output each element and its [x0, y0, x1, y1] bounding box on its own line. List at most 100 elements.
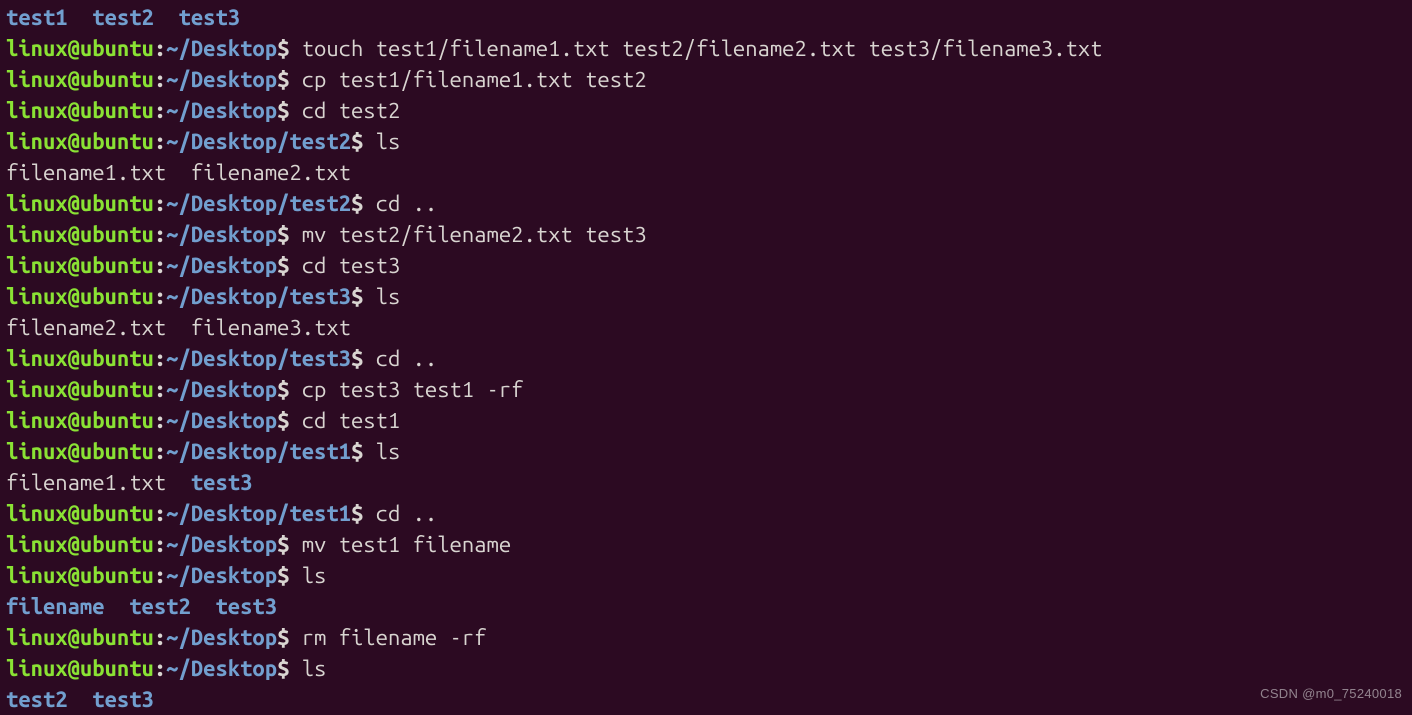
prompt-path: ~/Desktop	[166, 656, 277, 681]
prompt-separator: :	[154, 656, 166, 681]
prompt-separator: :	[154, 284, 166, 309]
prompt-dollar: $	[277, 67, 302, 92]
terminal-line: linux@ubuntu:~/Desktop/test2$ cd ..	[6, 188, 1406, 219]
command-text: cd test2	[302, 98, 401, 123]
prompt-user: linux@ubuntu	[6, 563, 154, 588]
prompt-dollar: $	[277, 377, 302, 402]
output-text	[68, 687, 93, 712]
prompt-separator: :	[154, 377, 166, 402]
prompt-dollar: $	[277, 36, 302, 61]
command-text: cp test3 test1 -rf	[302, 377, 524, 402]
terminal-line: linux@ubuntu:~/Desktop$ ls	[6, 653, 1406, 684]
prompt-path: ~/Desktop	[166, 222, 277, 247]
output-text: filename2.txt filename3.txt	[6, 315, 351, 340]
prompt-path: ~/Desktop/test3	[166, 284, 351, 309]
command-text: cd test3	[302, 253, 401, 278]
output-text	[154, 5, 179, 30]
terminal-line: linux@ubuntu:~/Desktop$ cp test1/filenam…	[6, 64, 1406, 95]
prompt-path: ~/Desktop/test3	[166, 346, 351, 371]
output-text	[105, 594, 130, 619]
output-text	[68, 5, 93, 30]
prompt-path: ~/Desktop	[166, 532, 277, 557]
terminal-line: test1 test2 test3	[6, 2, 1406, 33]
prompt-dollar: $	[351, 129, 376, 154]
prompt-user: linux@ubuntu	[6, 656, 154, 681]
prompt-dollar: $	[277, 408, 302, 433]
prompt-user: linux@ubuntu	[6, 439, 154, 464]
prompt-user: linux@ubuntu	[6, 408, 154, 433]
prompt-user: linux@ubuntu	[6, 346, 154, 371]
terminal-window[interactable]: test1 test2 test3linux@ubuntu:~/Desktop$…	[0, 0, 1412, 715]
output-text	[191, 594, 216, 619]
prompt-path: ~/Desktop	[166, 67, 277, 92]
prompt-separator: :	[154, 67, 166, 92]
command-text: ls	[376, 284, 401, 309]
terminal-line: linux@ubuntu:~/Desktop$ touch test1/file…	[6, 33, 1406, 64]
prompt-separator: :	[154, 408, 166, 433]
prompt-user: linux@ubuntu	[6, 67, 154, 92]
prompt-path: ~/Desktop	[166, 36, 277, 61]
output-directory: test2	[6, 687, 68, 712]
terminal-line: linux@ubuntu:~/Desktop$ cd test3	[6, 250, 1406, 281]
prompt-dollar: $	[351, 501, 376, 526]
prompt-separator: :	[154, 346, 166, 371]
output-directory: test1	[6, 5, 68, 30]
prompt-path: ~/Desktop/test1	[166, 501, 351, 526]
terminal-line: filename1.txt filename2.txt	[6, 157, 1406, 188]
prompt-dollar: $	[351, 284, 376, 309]
prompt-user: linux@ubuntu	[6, 253, 154, 278]
prompt-path: ~/Desktop	[166, 563, 277, 588]
prompt-separator: :	[154, 222, 166, 247]
command-text: cp test1/filename1.txt test2	[302, 67, 647, 92]
command-text: cd test1	[302, 408, 401, 433]
prompt-separator: :	[154, 563, 166, 588]
prompt-user: linux@ubuntu	[6, 532, 154, 557]
prompt-separator: :	[154, 191, 166, 216]
prompt-user: linux@ubuntu	[6, 36, 154, 61]
terminal-line: linux@ubuntu:~/Desktop/test1$ cd ..	[6, 498, 1406, 529]
terminal-line: test2 test3	[6, 684, 1406, 715]
prompt-separator: :	[154, 98, 166, 123]
terminal-line: linux@ubuntu:~/Desktop$ cd test2	[6, 95, 1406, 126]
prompt-user: linux@ubuntu	[6, 284, 154, 309]
prompt-path: ~/Desktop	[166, 98, 277, 123]
prompt-dollar: $	[277, 253, 302, 278]
command-text: ls	[302, 656, 327, 681]
prompt-separator: :	[154, 129, 166, 154]
prompt-dollar: $	[351, 191, 376, 216]
prompt-separator: :	[154, 501, 166, 526]
output-text: filename1.txt	[6, 470, 191, 495]
prompt-separator: :	[154, 625, 166, 650]
prompt-user: linux@ubuntu	[6, 222, 154, 247]
terminal-line: linux@ubuntu:~/Desktop$ mv test2/filenam…	[6, 219, 1406, 250]
terminal-line: linux@ubuntu:~/Desktop/test2$ ls	[6, 126, 1406, 157]
terminal-line: filename test2 test3	[6, 591, 1406, 622]
prompt-dollar: $	[277, 625, 302, 650]
terminal-line: linux@ubuntu:~/Desktop$ cd test1	[6, 405, 1406, 436]
output-directory: test3	[92, 687, 154, 712]
prompt-separator: :	[154, 439, 166, 464]
command-text: cd ..	[376, 346, 438, 371]
output-directory: filename	[6, 594, 105, 619]
prompt-separator: :	[154, 532, 166, 557]
output-directory: test3	[179, 5, 241, 30]
command-text: mv test1 filename	[302, 532, 511, 557]
prompt-user: linux@ubuntu	[6, 625, 154, 650]
prompt-user: linux@ubuntu	[6, 129, 154, 154]
command-text: cd ..	[376, 501, 438, 526]
prompt-user: linux@ubuntu	[6, 501, 154, 526]
prompt-dollar: $	[277, 656, 302, 681]
command-text: ls	[302, 563, 327, 588]
prompt-path: ~/Desktop	[166, 625, 277, 650]
terminal-line: filename2.txt filename3.txt	[6, 312, 1406, 343]
terminal-line: linux@ubuntu:~/Desktop/test3$ ls	[6, 281, 1406, 312]
terminal-line: linux@ubuntu:~/Desktop$ ls	[6, 560, 1406, 591]
prompt-user: linux@ubuntu	[6, 98, 154, 123]
terminal-line: linux@ubuntu:~/Desktop$ mv test1 filenam…	[6, 529, 1406, 560]
prompt-separator: :	[154, 36, 166, 61]
terminal-line: linux@ubuntu:~/Desktop$ rm filename -rf	[6, 622, 1406, 653]
output-directory: test3	[191, 470, 253, 495]
prompt-path: ~/Desktop	[166, 377, 277, 402]
output-directory: test3	[215, 594, 277, 619]
terminal-line: filename1.txt test3	[6, 467, 1406, 498]
